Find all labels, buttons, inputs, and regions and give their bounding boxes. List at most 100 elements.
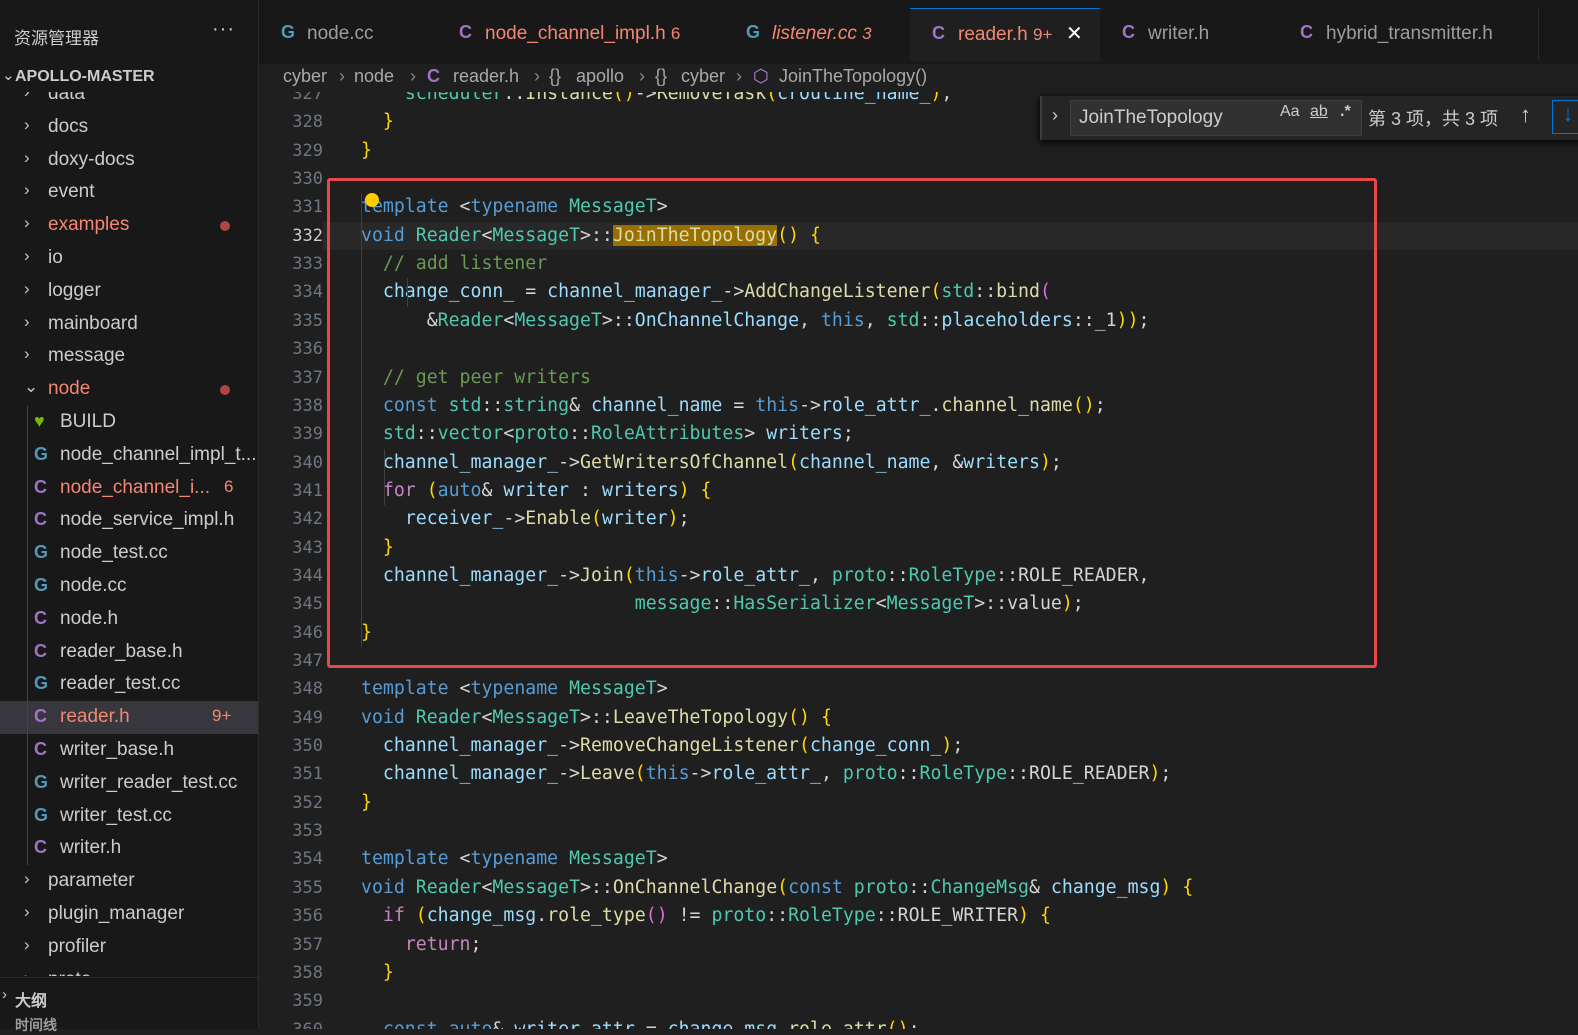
line-number: 330 <box>292 169 323 190</box>
tree-file-writer-base-h[interactable]: Cwriter_base.h <box>0 734 258 767</box>
tree-item-label: mainboard <box>48 312 138 334</box>
line-number: 357 <box>292 934 323 955</box>
chevron-right-icon[interactable]: › <box>1052 105 1058 126</box>
line-number: 347 <box>292 651 323 671</box>
code-line[interactable]: template <typename MessageT> <box>361 678 668 699</box>
line-number: 358 <box>292 962 323 983</box>
tree-folder-data[interactable]: › data <box>0 92 258 111</box>
tab-problem-badge: 3 <box>862 24 872 43</box>
explorer-header: 资源管理器 ··· <box>0 0 258 64</box>
more-actions-icon[interactable]: ··· <box>212 18 235 41</box>
tree-folder-logger[interactable]: › logger <box>0 275 258 308</box>
tree-item-label: reader_base.h <box>60 640 183 662</box>
tree-file-build[interactable]: ♥ BUILD <box>0 406 258 439</box>
tree-file-writer-reader-test-cc[interactable]: Gwriter_reader_test.cc <box>0 766 258 800</box>
tree-folder-message[interactable]: › message <box>0 340 258 373</box>
indent-guide <box>27 570 28 603</box>
code-line[interactable]: void Reader<MessageT>::LeaveTheTopology(… <box>361 707 832 728</box>
chevron-right-icon: › <box>24 902 30 921</box>
code-line[interactable]: } <box>361 962 394 983</box>
breadcrumb-item[interactable]: apollo <box>576 66 624 87</box>
close-icon[interactable]: ✕ <box>1066 21 1083 46</box>
whole-word-toggle[interactable]: ab <box>1310 103 1328 121</box>
tab-writer-h[interactable]: Cwriter.h <box>1100 8 1279 60</box>
namespace-icon: {} <box>655 66 668 86</box>
tree-folder-doxy-docs[interactable]: › doxy-docs <box>0 144 258 177</box>
tree-file-node-channel-i-[interactable]: Cnode_channel_i... 6 <box>0 471 258 505</box>
tree-item-label: writer.h <box>60 837 122 859</box>
breadcrumb-item[interactable]: node <box>354 66 394 87</box>
arrow-down-icon[interactable]: ↓ <box>1552 100 1578 134</box>
tree-item-label: doxy-docs <box>48 148 135 170</box>
tree-file-node-cc[interactable]: Gnode.cc <box>0 570 258 603</box>
code-line[interactable]: void Reader<MessageT>::OnChannelChange(c… <box>361 877 1193 898</box>
code-line[interactable]: scheduler::Instance()->RemoveTask(crouti… <box>361 92 953 104</box>
tree-folder-io[interactable]: › io <box>0 242 258 275</box>
line-number: 348 <box>292 679 323 700</box>
tree-item-label: node.h <box>60 607 119 629</box>
tab-hybrid-transmitter-h[interactable]: Chybrid_transmitter.h <box>1278 8 1539 60</box>
tree-folder-parameter[interactable]: › parameter <box>0 865 258 898</box>
tree-item-label: node_channel_impl_t... <box>60 443 257 465</box>
code-editor[interactable]: 327 scheduler::Instance()->RemoveTask(cr… <box>259 92 1578 1029</box>
breadcrumb-item[interactable]: reader.h <box>453 66 519 87</box>
lightbulb-icon[interactable] <box>365 193 379 207</box>
breadcrumb-item[interactable]: cyber <box>681 66 725 87</box>
tree-folder-proto[interactable]: › proto <box>0 964 258 976</box>
tab-listener-cc[interactable]: Glistener.cc 3 <box>724 8 911 60</box>
tree-item-label: profiler <box>48 935 107 957</box>
cpp-file-icon: G <box>34 575 49 595</box>
indent-guide <box>27 438 28 472</box>
tree-folder-examples[interactable]: › examples <box>0 209 258 242</box>
tree-folder-mainboard[interactable]: › mainboard <box>0 308 258 341</box>
tree-item-label: logger <box>48 279 101 301</box>
code-line[interactable]: } <box>361 111 394 132</box>
code-line[interactable]: if (change_msg.role_type() != proto::Rol… <box>361 905 1051 926</box>
line-number: 327 <box>292 92 323 104</box>
chevron-down-icon: ⌄ <box>2 67 15 84</box>
code-line[interactable]: channel_manager_->Leave(this->role_attr_… <box>361 763 1171 784</box>
explorer-root-folder[interactable]: ⌄ APOLLO-MASTER <box>0 64 258 90</box>
tree-folder-docs[interactable]: › docs <box>0 111 258 144</box>
tree-file-writer-h[interactable]: Cwriter.h <box>0 832 258 866</box>
tab-label: node.cc <box>307 23 374 45</box>
tree-file-node-test-cc[interactable]: Gnode_test.cc <box>0 537 258 571</box>
tree-item-label: data <box>48 92 85 104</box>
line-number: 352 <box>292 792 323 813</box>
tree-file-node-service-impl-h[interactable]: Cnode_service_impl.h <box>0 504 258 538</box>
arrow-up-icon[interactable]: ↑ <box>1520 102 1531 128</box>
tree-file-node-channel-impl-t-[interactable]: Gnode_channel_impl_t... <box>0 438 258 472</box>
c-header-file-icon: C <box>34 607 47 628</box>
tree-file-reader-base-h[interactable]: Creader_base.h <box>0 635 258 669</box>
tree-file-writer-test-cc[interactable]: Gwriter_test.cc <box>0 799 258 833</box>
code-line[interactable]: } <box>361 792 372 813</box>
breadcrumb-item[interactable]: cyber <box>283 66 327 87</box>
tab-filename: listener.cc <box>772 23 857 44</box>
tree-file-reader-h[interactable]: Creader.h 9+ <box>0 701 258 735</box>
regex-toggle[interactable]: .* <box>1340 103 1351 121</box>
tab-filename: node.cc <box>307 23 374 44</box>
code-line[interactable]: return; <box>361 934 482 955</box>
tree-folder-node[interactable]: ⌄ node <box>0 373 258 406</box>
tab-reader-h[interactable]: Creader.h 9+ ✕ <box>910 8 1101 61</box>
line-number: 353 <box>292 821 323 842</box>
tree-item-label: io <box>48 247 63 268</box>
code-line[interactable]: channel_manager_->RemoveChangeListener(c… <box>361 735 963 756</box>
match-case-toggle[interactable]: Aa <box>1280 103 1300 121</box>
tree-item-label: event <box>48 181 95 203</box>
tree-file-node-h[interactable]: Cnode.h <box>0 602 258 636</box>
code-line[interactable]: } <box>361 140 372 161</box>
tree-folder-profiler[interactable]: › profiler <box>0 931 258 964</box>
code-line[interactable]: template <typename MessageT> <box>361 848 668 869</box>
timeline-section[interactable]: 时间线 <box>0 1017 258 1033</box>
tree-folder-event[interactable]: › event <box>0 176 258 209</box>
tree-folder-plugin-manager[interactable]: › plugin_manager <box>0 898 258 931</box>
tab-node-channel-impl-h[interactable]: Cnode_channel_impl.h 6 <box>437 8 725 60</box>
outline-section[interactable]: › 大纲 <box>0 977 258 1018</box>
code-line[interactable]: const auto& writer_attr = change_msg.rol… <box>361 1019 920 1029</box>
breadcrumb-item[interactable]: JoinTheTopology() <box>779 66 927 87</box>
tree-file-reader-test-cc[interactable]: Greader_test.cc <box>0 668 258 702</box>
c-header-file-icon: C <box>34 509 47 530</box>
tab-node-cc[interactable]: Gnode.cc <box>259 8 438 60</box>
cpp-file-icon: G <box>34 443 49 464</box>
